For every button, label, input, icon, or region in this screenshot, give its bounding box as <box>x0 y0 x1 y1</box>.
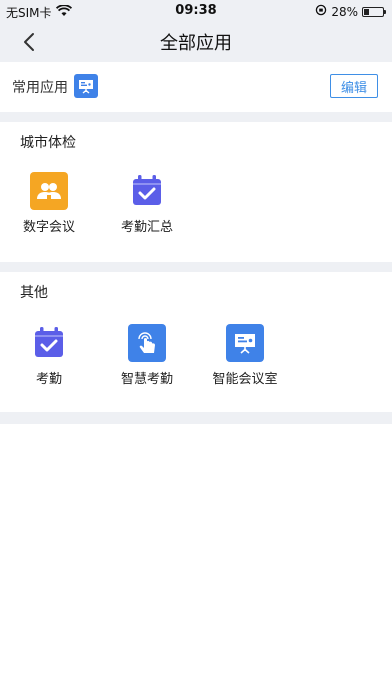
presentation-board-icon <box>226 324 264 362</box>
app-digital-meeting[interactable]: 数字会议 <box>0 172 98 235</box>
app-label: 智能会议室 <box>212 372 278 387</box>
edit-button[interactable]: 编辑 <box>330 74 378 98</box>
app-label: 考勤汇总 <box>120 220 173 235</box>
status-bar: 无SIM卡 09:38 28% <box>0 0 392 22</box>
app-attendance[interactable]: 考勤 <box>0 324 98 387</box>
common-app-presentation-board[interactable] <box>74 74 98 102</box>
app-label: 数字会议 <box>22 220 75 235</box>
section-city-checkup: 城市体检 数字会议 考勤汇总 <box>0 122 392 262</box>
app-smart-meeting-room[interactable]: 智能会议室 <box>196 324 294 387</box>
app-attendance-summary[interactable]: 考勤汇总 <box>98 172 196 235</box>
section-other: 其他 考勤 智慧考勤 智能会议室 <box>0 272 392 412</box>
page-title: 全部应用 <box>160 33 232 54</box>
common-apps-row: 常用应用 编辑 <box>0 62 392 112</box>
battery-fill <box>364 8 370 15</box>
common-apps-label: 常用应用 <box>12 80 68 96</box>
meeting-people-icon <box>30 172 68 210</box>
nav-bar: 全部应用 <box>0 22 392 62</box>
calendar-check-icon <box>128 172 166 210</box>
battery-icon <box>362 6 386 17</box>
section-title: 其他 <box>20 285 48 301</box>
divider <box>0 412 392 424</box>
battery-percent: 28% <box>331 4 358 19</box>
calendar-check-icon <box>30 324 68 362</box>
status-right: 28% <box>315 4 386 19</box>
divider <box>0 262 392 272</box>
app-label: 考勤 <box>35 372 62 387</box>
presentation-board-icon <box>74 74 98 98</box>
app-label: 智慧考勤 <box>120 372 173 387</box>
section-title: 城市体检 <box>20 135 76 151</box>
app-smart-attendance[interactable]: 智慧考勤 <box>98 324 196 387</box>
divider <box>0 112 392 122</box>
touch-hand-icon <box>128 324 166 362</box>
orientation-lock-icon <box>315 4 327 19</box>
